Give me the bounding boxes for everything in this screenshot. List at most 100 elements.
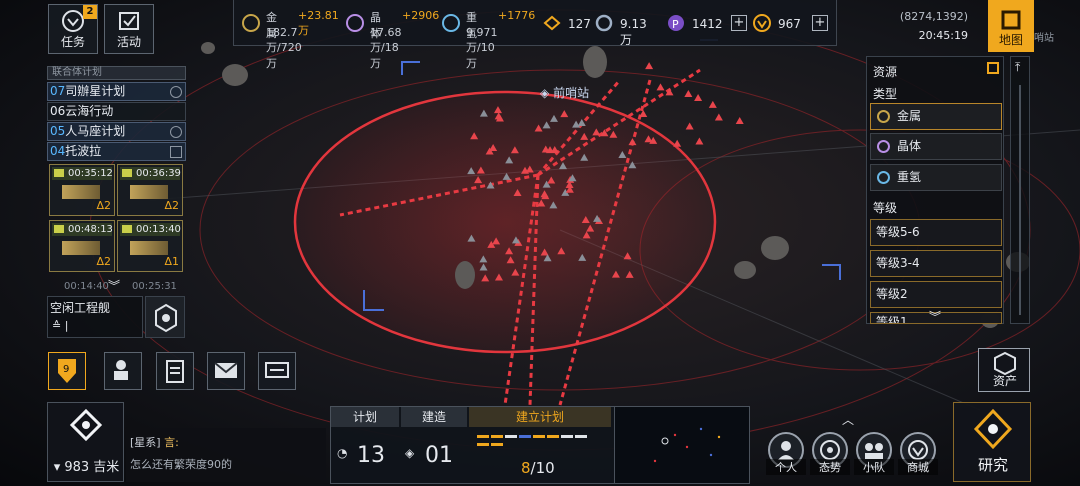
timer-card[interactable]: 00:13:40 Δ1 bbox=[117, 220, 183, 272]
shop-label: 商城 bbox=[898, 459, 938, 475]
chevron-down-icon[interactable]: ︾ bbox=[108, 280, 120, 292]
plan-progress: 8/10 bbox=[521, 459, 555, 477]
premium-icon: P bbox=[668, 15, 684, 31]
scroll-track bbox=[1019, 85, 1021, 315]
gear-icon bbox=[155, 303, 177, 333]
tasks-button[interactable]: 任务 2 bbox=[48, 4, 98, 54]
credits-icon bbox=[595, 14, 613, 32]
reports-button[interactable] bbox=[156, 352, 194, 390]
scroll-top-icon[interactable]: ⤒ bbox=[1015, 61, 1020, 73]
chat-icon bbox=[265, 362, 289, 378]
fleet-marker[interactable] bbox=[714, 113, 723, 121]
idle-engineers-button[interactable] bbox=[145, 296, 185, 338]
personnel-icon bbox=[114, 360, 128, 380]
events-icon bbox=[119, 12, 139, 30]
assets-button[interactable]: 资产 bbox=[978, 348, 1030, 392]
timer-card[interactable]: 00:36:39 Δ2 bbox=[117, 164, 183, 216]
gold-add-button[interactable]: + bbox=[812, 15, 828, 31]
quest-item[interactable]: 04托波拉 bbox=[47, 142, 186, 161]
fleet-marker[interactable] bbox=[735, 117, 744, 125]
filter-level[interactable]: 等级5-6 bbox=[870, 219, 1002, 246]
fleet-marker[interactable] bbox=[684, 89, 693, 97]
coord-position: (8274,1392) bbox=[899, 10, 968, 23]
chevron-up-icon[interactable]: ︿ bbox=[842, 414, 854, 426]
filter-crystal[interactable]: 晶体 bbox=[870, 133, 1002, 160]
deuterium-icon bbox=[877, 171, 890, 184]
clipboard-icon bbox=[166, 360, 184, 383]
timer-card[interactable]: 00:35:12 Δ2 bbox=[49, 164, 115, 216]
resource-filter-panel: 资源 类型 金属 晶体 重氢 等级 等级5-6 等级3-4 等级2 等级1 ︾ bbox=[866, 56, 1004, 324]
quest-item[interactable]: 06云海行动 bbox=[47, 102, 186, 121]
fleet-marker[interactable] bbox=[645, 62, 654, 70]
premium-add-button[interactable]: + bbox=[731, 15, 747, 31]
map-icon bbox=[1001, 10, 1021, 30]
research-button[interactable]: 研究 bbox=[953, 402, 1031, 482]
timer-card[interactable]: 00:48:13 Δ2 bbox=[49, 220, 115, 272]
panel-scrollbar[interactable]: ⤒ bbox=[1010, 56, 1030, 324]
events-button[interactable]: 活动 bbox=[104, 4, 154, 54]
fleet-marker[interactable] bbox=[685, 122, 694, 130]
fleet-marker[interactable] bbox=[694, 93, 703, 101]
type-header: 类型 bbox=[873, 87, 898, 101]
timer-partial: 00:14:40 bbox=[64, 281, 109, 292]
resource-bar: 金属 +23.81万 182.7万/720万 晶体 +2906 17.68万/1… bbox=[233, 0, 837, 70]
idle-engineers-panel[interactable]: 空闲工程舰 ≙ | bbox=[47, 296, 143, 338]
tab-plan[interactable]: 计划 bbox=[331, 407, 399, 427]
fleet-marker[interactable] bbox=[639, 110, 648, 118]
research-icon bbox=[973, 408, 1013, 450]
filter-metal[interactable]: 金属 bbox=[870, 103, 1002, 130]
build-count: 01 bbox=[425, 443, 453, 468]
tasks-label: 任务 bbox=[60, 35, 85, 49]
filter-deuterium[interactable]: 重氢 bbox=[870, 164, 1002, 191]
filter-level[interactable]: 等级2 bbox=[870, 281, 1002, 308]
map-button[interactable]: 地图 bbox=[988, 0, 1034, 52]
team-label: 小队 bbox=[854, 459, 894, 475]
events-label: 活动 bbox=[116, 35, 141, 49]
fleet-marker[interactable] bbox=[708, 100, 717, 108]
tab-build[interactable]: 建造 bbox=[401, 407, 467, 427]
tab-establish-plan[interactable]: 建立计划 bbox=[469, 407, 611, 427]
ship-icon bbox=[62, 185, 100, 199]
gold-icon bbox=[753, 14, 771, 32]
fleet-marker[interactable] bbox=[673, 139, 682, 147]
deuterium-icon bbox=[442, 14, 460, 32]
minimap[interactable] bbox=[614, 406, 750, 484]
metal-icon bbox=[877, 110, 890, 123]
level-header: 等级 bbox=[873, 201, 898, 215]
ship-icon bbox=[130, 185, 168, 199]
rank-icon bbox=[543, 15, 561, 31]
filter-level[interactable]: 等级3-4 bbox=[870, 250, 1002, 277]
galaxy-button[interactable]: ▾ 983 吉米 bbox=[47, 402, 124, 482]
quest-target-icon bbox=[170, 126, 182, 138]
plan-count: 13 bbox=[357, 443, 385, 468]
enemy-zone[interactable] bbox=[293, 90, 717, 354]
chat-speaker: 言: bbox=[164, 436, 179, 449]
chevron-down-icon[interactable]: ︾ bbox=[929, 311, 941, 323]
quest-list-header[interactable]: 联合体计划 bbox=[47, 66, 186, 80]
outpost-label[interactable]: ◈ 前哨站 bbox=[540, 84, 589, 101]
ship-icon bbox=[130, 241, 168, 255]
fleet-marker[interactable] bbox=[695, 137, 704, 145]
quest-target-icon bbox=[170, 86, 182, 98]
personnel-button[interactable] bbox=[104, 352, 142, 390]
build-icon: ◈ bbox=[405, 446, 415, 460]
mail-button[interactable] bbox=[207, 352, 245, 390]
personal-label: 个人 bbox=[766, 459, 806, 475]
crystal-icon bbox=[877, 140, 890, 153]
tasks-badge: 2 bbox=[83, 5, 97, 19]
situation-label: 态势 bbox=[810, 459, 850, 475]
panel-toggle-icon[interactable] bbox=[987, 62, 999, 74]
distance-readout: ▾ 983 吉米 bbox=[53, 460, 120, 475]
galaxy-icon bbox=[69, 408, 103, 442]
minimap-canvas bbox=[653, 427, 721, 463]
timer-partial: 00:25:31 bbox=[132, 281, 177, 292]
quest-item[interactable]: 07司辦星计划 bbox=[47, 82, 186, 101]
fleet-marker[interactable] bbox=[656, 83, 665, 91]
chat-button[interactable] bbox=[258, 352, 296, 390]
chat-preview[interactable]: [星系] 言: 怎么还有繁荣度90的 bbox=[126, 428, 326, 482]
player-level-badge[interactable]: 9 bbox=[48, 352, 86, 390]
coordinates: (8274,1392) 20:45:19 bbox=[900, 10, 968, 42]
outpost-tab[interactable]: 哨站 bbox=[1034, 34, 1054, 44]
chat-channel: [星系] bbox=[130, 436, 161, 449]
quest-item[interactable]: 05人马座计划 bbox=[47, 122, 186, 141]
